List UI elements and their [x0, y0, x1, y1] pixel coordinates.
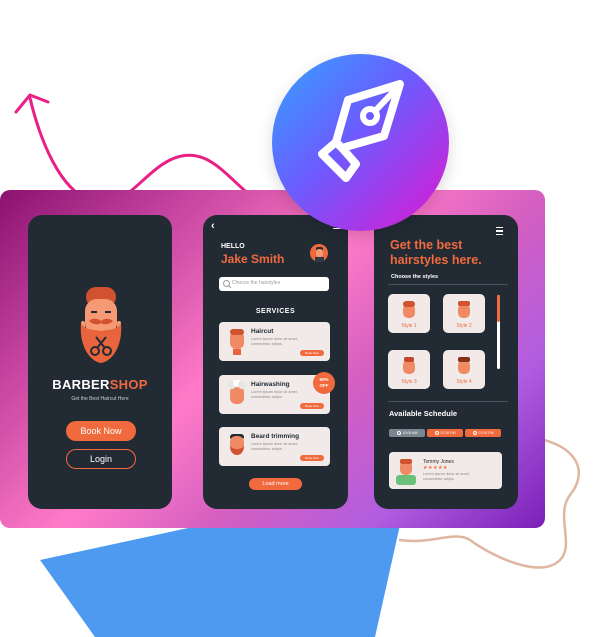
time-slot-3[interactable]: 07:00 PM [465, 429, 501, 437]
style-card-3[interactable]: Style 3 [388, 350, 430, 389]
brand-name-part2: SHOP [109, 377, 148, 392]
menu-icon[interactable] [496, 227, 503, 235]
barber-logo-icon [80, 287, 122, 363]
service-title: Haircut [251, 328, 274, 335]
style-head-icon [403, 301, 415, 318]
time-slot-label: 07:30 PM [440, 431, 456, 435]
service-card-haircut[interactable]: Haircut Lorem ipsum dolor sit amet, cons… [219, 322, 330, 361]
splash-screen: BARBERSHOP Get the Best Haircut Here Boo… [28, 215, 172, 509]
pen-tool-badge [272, 54, 449, 231]
discount-off: OFF [319, 383, 329, 388]
clock-icon [434, 431, 439, 436]
services-heading: SERVICES [255, 308, 296, 315]
greeting: HELLO [221, 243, 245, 250]
service-desc: Lorem ipsum dolor sit amet, consectetur … [251, 390, 298, 399]
time-slot-1[interactable]: 10:00 AM [389, 429, 425, 437]
brand-name: BARBERSHOP [28, 377, 172, 392]
divider [388, 284, 508, 285]
service-book-button[interactable]: Book Now [300, 350, 324, 356]
home-screen: ‹ HELLO Jake Smith Choose the hairstyles… [203, 215, 348, 509]
style-label: Style 2 [456, 323, 472, 329]
schedule-heading: Available Schedule [389, 409, 458, 418]
style-head-icon [458, 301, 470, 318]
hairwashing-face-icon [228, 380, 246, 404]
avatar-face-icon [315, 247, 324, 262]
search-input[interactable]: Choose the hairstyles [219, 277, 329, 291]
style-scroll-slider[interactable] [497, 295, 500, 369]
service-desc: Lorem ipsum dolor sit amet, consectetur … [251, 442, 298, 451]
search-placeholder: Choose the hairstyles [232, 280, 281, 286]
service-desc: Lorem ipsum dolor sit amet, consectetur … [251, 337, 298, 346]
service-card-beard-trimming[interactable]: Beard trimming Lorem ipsum dolor sit ame… [219, 427, 330, 466]
discount-badge: 50% OFF [313, 372, 335, 394]
pink-squiggle [28, 96, 252, 204]
pen-nib-icon [318, 80, 404, 182]
style-head-icon [458, 357, 470, 374]
divider [388, 401, 508, 402]
service-book-button[interactable]: Book Now [300, 403, 324, 409]
time-slot-label: 07:00 PM [478, 431, 494, 435]
brand-tagline: Get the Best Haircut Here [71, 396, 129, 402]
haircut-face-icon [230, 329, 244, 355]
style-card-2[interactable]: Style 2 [443, 294, 485, 333]
rating-stars: ★★★★★ [423, 465, 448, 471]
style-card-4[interactable]: Style 4 [443, 350, 485, 389]
style-label: Style 4 [456, 379, 472, 385]
style-label: Style 3 [401, 379, 417, 385]
style-card-1[interactable]: Style 1 [388, 294, 430, 333]
clock-icon [472, 431, 477, 436]
review-text: Lorem ipsum dolor sit amet, consectetur … [423, 472, 470, 481]
choose-styles-label: Choose the styles [391, 274, 439, 280]
style-head-icon [403, 357, 415, 374]
book-now-button[interactable]: Book Now [66, 421, 136, 441]
service-title: Beard trimming [251, 433, 300, 440]
style-label: Style 1 [401, 323, 417, 329]
reviewer-avatar-icon [396, 459, 416, 485]
avatar[interactable] [310, 244, 328, 262]
service-title: Hairwashing [251, 381, 290, 388]
time-slot-label: 10:00 AM [402, 431, 418, 435]
brand-name-part1: BARBER [52, 377, 110, 392]
style-scroll-slider-fill [497, 295, 500, 322]
back-arrow-icon[interactable]: ‹ [211, 220, 215, 232]
clock-icon [396, 431, 401, 436]
styles-screen: Get the best hairstyles here. Choose the… [374, 215, 518, 509]
login-button[interactable]: Login [66, 449, 136, 469]
load-more-button[interactable]: Load more [249, 478, 302, 490]
beard-trimming-face-icon [230, 434, 244, 455]
time-slot-2[interactable]: 07:30 PM [427, 429, 463, 437]
user-name: Jake Smith [221, 252, 285, 266]
service-book-button[interactable]: Book Now [300, 455, 324, 461]
styles-heading: Get the best hairstyles here. [390, 238, 482, 267]
review-card[interactable]: Tommy Jones ★★★★★ Lorem ipsum dolor sit … [389, 452, 502, 489]
search-icon [223, 280, 232, 289]
